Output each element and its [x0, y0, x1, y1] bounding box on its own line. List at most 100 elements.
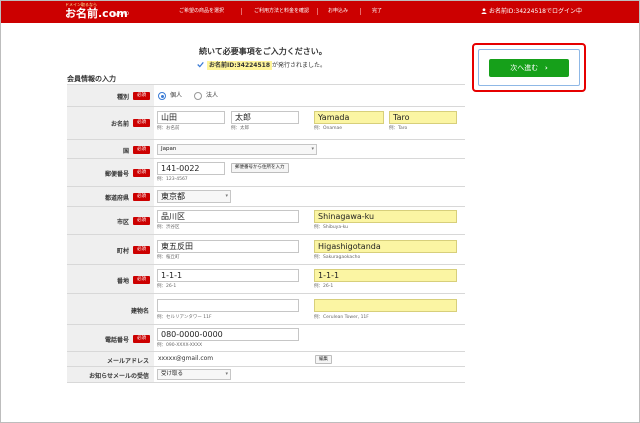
page-frame: ドメイン取るなら お名前.com by GMO ご希望の商品を選択 ご利用方法と…: [0, 0, 640, 423]
chevron-right-icon: ›: [544, 64, 548, 72]
step-divider: [317, 8, 318, 15]
label-building: 建物名: [130, 308, 149, 315]
city-input[interactable]: 品川区: [157, 210, 299, 223]
last-name-input[interactable]: 山田: [157, 111, 225, 124]
notice-id-line: お名前ID:34224518 が発行されました。: [197, 61, 326, 71]
label-type: 種別: [116, 94, 129, 101]
section-title: 会員情報の入力: [67, 75, 116, 83]
chevron-down-icon: ▾: [225, 371, 228, 377]
building-input[interactable]: [157, 299, 299, 312]
onamae-id: お名前ID:34224518: [207, 61, 273, 70]
last-name-en-input[interactable]: Yamada: [314, 111, 384, 124]
notice-id-suffix: が発行されました。: [272, 62, 327, 69]
block-input[interactable]: 1-1-1: [157, 269, 299, 282]
required-badge: 必須: [133, 193, 150, 201]
label-block: 番地: [116, 278, 129, 285]
notice-title: 続いて必要事項をご入力ください。: [199, 47, 327, 56]
country-select[interactable]: Japan ▾: [157, 144, 317, 155]
step-divider: [241, 8, 242, 15]
member-form: 種別 必須 個人 法人 お名前 必須 山田 太郎 Yamada Taro 例：お…: [67, 84, 465, 383]
row-postal: 郵便番号 必須 141-0022 郵便番号から住所を入力 例：123-4567: [67, 159, 465, 187]
row-city: 市区 必須 品川区 Shinagawa-ku 例：渋谷区 例：Shibuya-k…: [67, 207, 465, 235]
town-en-input[interactable]: Higashigotanda: [314, 240, 457, 253]
radio-individual[interactable]: [158, 92, 166, 100]
newsletter-select[interactable]: 受け取る ▾: [157, 369, 231, 380]
step-apply: お申込み: [328, 8, 349, 14]
email-value: xxxxx@gmail.com: [158, 355, 214, 362]
required-badge: 必須: [133, 92, 150, 100]
prefecture-value: 東京都: [161, 192, 185, 201]
hint-town-en: 例：Sakuragaokacho: [314, 255, 361, 260]
email-edit-button[interactable]: 編集: [315, 355, 332, 364]
town-input[interactable]: 東五反田: [157, 240, 299, 253]
row-town: 町村 必須 東五反田 Higashigotanda 例：桜丘町 例：Sakura…: [67, 235, 465, 265]
label-city: 市区: [116, 219, 129, 226]
next-button[interactable]: 次へ進む ›: [489, 59, 569, 77]
label-name: お名前: [110, 121, 129, 128]
hint-city: 例：渋谷区: [157, 225, 180, 230]
hint-city-en: 例：Shibuya-ku: [314, 225, 349, 230]
required-badge: 必須: [133, 146, 150, 154]
hint-first-name: 例：太郎: [231, 126, 249, 131]
city-en-input[interactable]: Shinagawa-ku: [314, 210, 457, 223]
hint-town: 例：桜丘町: [157, 255, 180, 260]
hint-building: 例：セルリアンタワー 11F: [157, 315, 212, 320]
postal-lookup-button[interactable]: 郵便番号から住所を入力: [231, 163, 289, 173]
label-country: 国: [122, 148, 129, 155]
site-header: ドメイン取るなら お名前.com by GMO ご希望の商品を選択 ご利用方法と…: [1, 1, 639, 23]
label-email: メールアドレス: [106, 358, 149, 365]
label-town: 町村: [116, 248, 129, 255]
required-badge: 必須: [133, 246, 150, 254]
step-select-product: ご希望の商品を選択: [179, 8, 225, 14]
next-button-frame: 次へ進む ›: [478, 49, 580, 86]
radio-corporate-label[interactable]: 法人: [206, 92, 218, 100]
check-icon: [197, 61, 204, 68]
required-badge: 必須: [133, 276, 150, 284]
required-badge: 必須: [133, 169, 150, 177]
first-name-input[interactable]: 太郎: [231, 111, 299, 124]
required-badge: 必須: [133, 335, 150, 343]
chevron-down-icon: ▾: [311, 146, 314, 152]
label-phone: 電話番号: [104, 337, 129, 344]
row-email: メールアドレス xxxxx@gmail.com 編集: [67, 352, 465, 367]
step-check-price: ご利用方法と料金を確認: [254, 8, 310, 14]
login-text: お名前ID:34224518でログイン中: [489, 8, 582, 15]
chevron-down-icon: ▾: [225, 193, 228, 199]
logo-sub: by GMO: [113, 11, 129, 16]
radio-corporate[interactable]: [194, 92, 202, 100]
first-name-en-input[interactable]: Taro: [389, 111, 457, 124]
postal-code-input[interactable]: 141-0022: [157, 162, 225, 175]
row-type: 種別 必須 個人 法人: [67, 85, 465, 107]
login-status: お名前ID:34224518でログイン中: [481, 7, 582, 16]
hint-last-name-en: 例：Onamae: [314, 126, 343, 131]
building-en-input[interactable]: [314, 299, 457, 312]
next-button-highlight: 次へ進む ›: [472, 43, 586, 92]
next-button-label: 次へ進む: [510, 64, 539, 72]
label-newsletter: お知らせメールの受信: [89, 373, 149, 380]
required-badge: 必須: [133, 217, 150, 225]
row-newsletter: お知らせメールの受信 受け取る ▾: [67, 367, 465, 383]
hint-first-name-en: 例：Taro: [389, 126, 408, 131]
step-complete: 完了: [372, 8, 383, 14]
row-name: お名前 必須 山田 太郎 Yamada Taro 例：お名前 例：太郎 例：On…: [67, 107, 465, 140]
user-icon: [481, 8, 487, 14]
block-en-input[interactable]: 1-1-1: [314, 269, 457, 282]
required-badge: 必須: [133, 119, 150, 127]
row-phone: 電話番号 必須 080-0000-0000 例：090-XXXX-XXXX: [67, 325, 465, 352]
hint-block: 例：26-1: [157, 284, 177, 289]
phone-input[interactable]: 080-0000-0000: [157, 328, 299, 341]
row-block: 番地 必須 1-1-1 1-1-1 例：26-1 例：26-1: [67, 265, 465, 294]
site-logo[interactable]: ドメイン取るなら お名前.com by GMO: [63, 2, 143, 22]
prefecture-select[interactable]: 東京都 ▾: [157, 190, 231, 203]
radio-individual-label[interactable]: 個人: [170, 92, 182, 100]
country-value: Japan: [161, 146, 177, 152]
row-building: 建物名 例：セルリアンタワー 11F 例：Cerulean Tower, 11F: [67, 294, 465, 325]
hint-building-en: 例：Cerulean Tower, 11F: [314, 315, 369, 320]
newsletter-value: 受け取る: [161, 371, 184, 377]
hint-block-en: 例：26-1: [314, 284, 334, 289]
hint-phone: 例：090-XXXX-XXXX: [157, 343, 203, 348]
label-postal: 郵便番号: [104, 171, 129, 178]
hint-postal: 例：123-4567: [157, 177, 188, 182]
hint-last-name: 例：お名前: [157, 126, 180, 131]
label-prefecture: 都道府県: [104, 195, 129, 202]
